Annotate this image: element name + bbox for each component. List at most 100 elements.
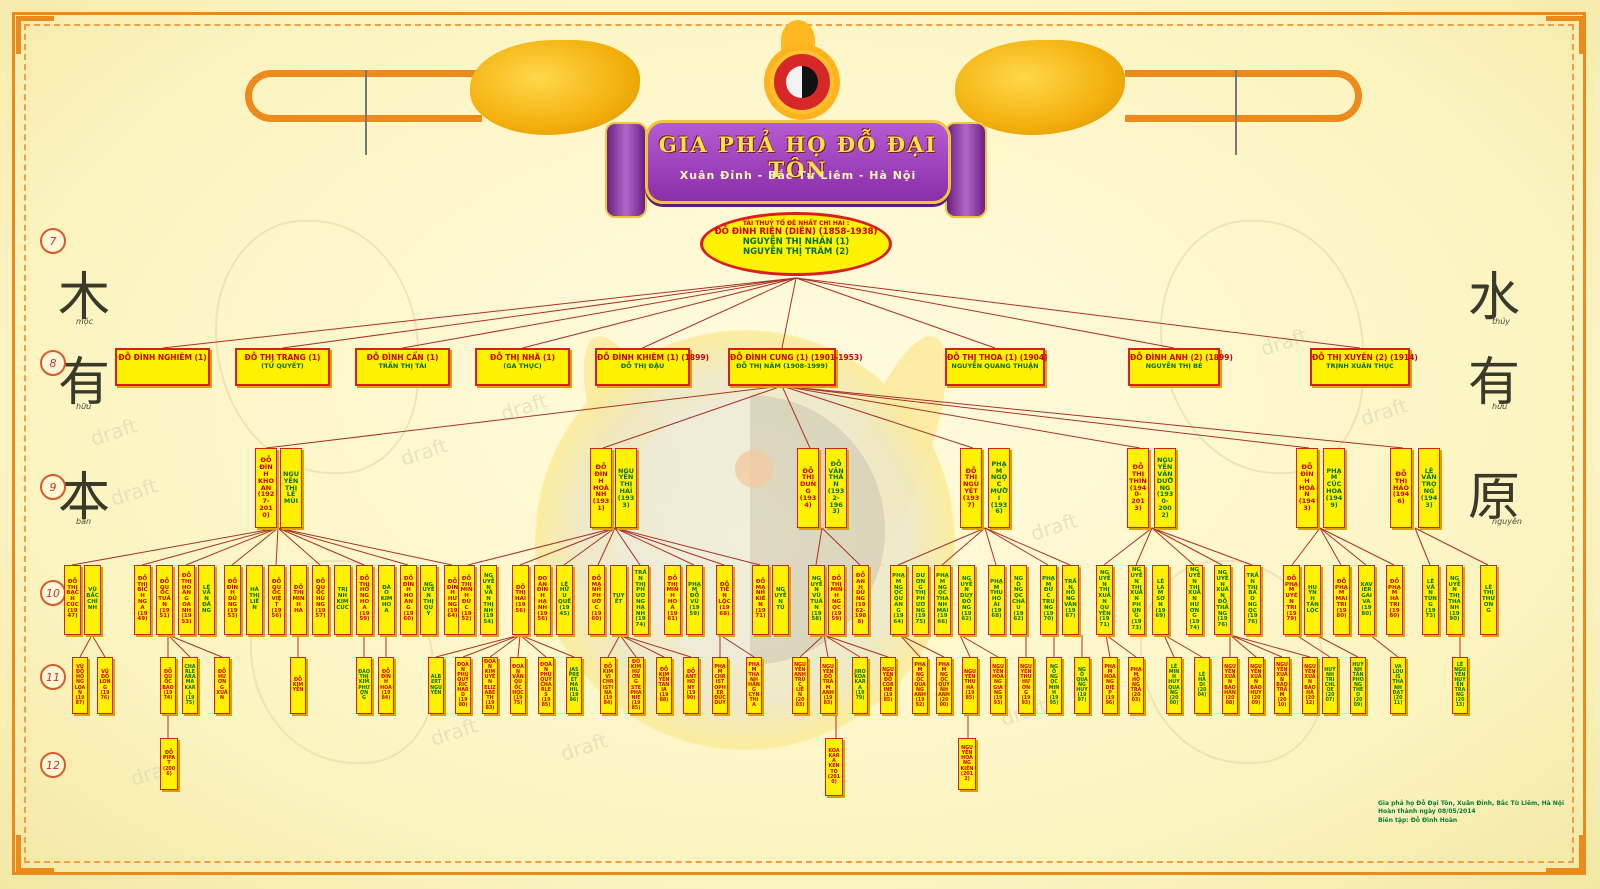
gen10-member: PHẠM NGỌC QUANG (1964) bbox=[890, 565, 907, 635]
gen8-member: ĐỖ THỊ TRANG (1) (TỬ QUYẾT) bbox=[235, 348, 330, 386]
gen8-member: ĐỖ ĐÌNH CẨN (1) TRẦN THỊ TÀI bbox=[355, 348, 450, 386]
connector-line bbox=[1414, 527, 1431, 566]
gen10-member: ĐỖ THỊ HẢI (1956) bbox=[512, 565, 529, 635]
member-name: ĐỖ ĐÌNH CUNG (1) (1901-1953) bbox=[730, 353, 863, 362]
connector-line bbox=[167, 634, 191, 658]
gen9-member: ĐỖ ĐÌNH KHOAN (1927-2010) bbox=[255, 448, 277, 528]
connector-line bbox=[1151, 527, 1253, 566]
gen10-member: ĐỖ ĐÌNH DŨNG (1953) bbox=[224, 565, 241, 635]
connector-line bbox=[821, 527, 861, 566]
gen10-member: NGÔ NGỌC CHÂU (1962) bbox=[1010, 565, 1027, 635]
gen11-member: PHẠM CHRISTOPHER ĐỨC DUY bbox=[712, 657, 728, 714]
gen9-member: ĐỖ THỊ HẢO (1946) bbox=[1390, 448, 1412, 528]
gen10-member: PHẠM THU HOÀI (1968) bbox=[988, 565, 1005, 635]
gen11-member: CHARLEARA MAKARL (1975) bbox=[182, 657, 198, 714]
connector-line bbox=[614, 527, 725, 566]
gen10-member: VŨ BẮC CHÍNH bbox=[84, 565, 101, 635]
gen8-member: ĐỖ ĐÌNH CUNG (1) (1901-1953) ĐỖ THỊ NĂM (… bbox=[728, 348, 863, 386]
connector-line bbox=[619, 634, 692, 658]
connector-line bbox=[435, 634, 521, 658]
gen11-member: HUỲNH TẤN PHONG THÉO (2009) bbox=[1350, 657, 1366, 714]
connector-line bbox=[277, 527, 365, 566]
gen11-member: PHẠM NGỌC QUỲNH ANH (2000) bbox=[936, 657, 952, 714]
gen10-member: ĐỖ ANH DŨNG (1962-1988) bbox=[852, 565, 869, 635]
connector-line bbox=[185, 527, 279, 566]
member-name: ĐỖ THỊ NHÃ (1) bbox=[489, 353, 556, 362]
connector-line bbox=[781, 385, 1141, 449]
member-spouse: ĐỖ THỊ ĐẬU bbox=[620, 362, 665, 370]
gen8-member: ĐỖ ĐÌNH ANH (2) (1899) NGUYỄN THỊ BÉ bbox=[1128, 348, 1233, 386]
root-ancestor-node: TÀI THUỶ TỔ ĐỆ NHẤT CHI HAI : ĐỖ ĐÌNH RI… bbox=[700, 212, 892, 276]
connector-line bbox=[1163, 634, 1203, 658]
gen11-member: VA LOUIS THÀNH ĐẠT (2011) bbox=[1390, 657, 1406, 714]
connector-line bbox=[517, 634, 521, 658]
gen11-member: NGÔ QUANG HUY (1997) bbox=[1074, 657, 1090, 714]
gen11-member: LÊ HÀ DI (2004) bbox=[1194, 657, 1210, 714]
gen10-member: NGUYỄN VŨ TUẤN (1958) bbox=[808, 565, 825, 635]
connector-line bbox=[795, 277, 996, 349]
gen10-member: XAVIER GAI VA (1980) bbox=[1358, 565, 1375, 635]
gen11-member: ĐOÀN VĂN QUỐC HỌC (1975) bbox=[510, 657, 526, 714]
gen10-member: NGUYỄN THỊ THANH (1990) bbox=[1446, 565, 1463, 635]
gen10-member: DƯƠNG THỊ PHƯƠNG (1975) bbox=[912, 565, 929, 635]
gen10-member: NGUYỄN THỊ XUÂN PHỤNG (1973) bbox=[1128, 565, 1145, 635]
gen10-member: ĐỖ PHẠM MAI TRI (1980) bbox=[1333, 565, 1350, 635]
gen9-member: PHẠM NGỌC MƯỜI (1936) bbox=[988, 448, 1010, 528]
gen11-member: ĐOÀN PHÚ QUÝ CHARLES (1985) bbox=[538, 657, 554, 714]
connector-line bbox=[607, 634, 621, 658]
gen12-member: KOAKARA KENTO (2010) bbox=[825, 738, 843, 796]
gen11-member: ĐỖ KIM HƯƠNG STEPHANIE (1985) bbox=[628, 657, 644, 714]
gen8-member: ĐỖ THỊ XUYẾN (2) (1914) TRỊNH XUÂN THỤC bbox=[1310, 348, 1418, 386]
root-spouse-1: NGUYỄN THỊ NHÃN (1) bbox=[742, 237, 850, 247]
connector-line bbox=[265, 385, 783, 449]
member-name: ĐỖ ĐÌNH KHIÊM (1) (1899) bbox=[597, 353, 710, 362]
gen11-member: NGUYỄN ĐỖ CORINE (1985) bbox=[880, 657, 896, 714]
gen9-member: ĐỖ ĐÌNH HOÀNH (1931) bbox=[590, 448, 612, 528]
member-spouse: TRỊNH XUÂN THỤC bbox=[1326, 362, 1394, 370]
family-tree-canvas: draft draft draft draft draft draft draft draft… bbox=[0, 0, 1600, 889]
connector-line bbox=[781, 385, 1310, 449]
connector-line bbox=[277, 527, 453, 566]
connector-line bbox=[1105, 634, 1111, 658]
root-spouse-2: NGUYỄN THỊ TRÂM (2) bbox=[742, 247, 850, 257]
gen11-member: ĐOÀN KIM UYÊN ELIZABETH (1983) bbox=[482, 657, 498, 714]
gen11-member: NGUYỄN THU HÀ (1985) bbox=[962, 657, 978, 714]
connector-line bbox=[781, 385, 1404, 449]
gen11-member: NGUYỄN XUÂN BẢO HÀ (2012) bbox=[1302, 657, 1318, 714]
member-spouse: ĐỖ THỊ NĂM (1908-1999) bbox=[736, 362, 828, 370]
gen11-member: NGUYỄN XUÂN BẢO HUY (2009) bbox=[1248, 657, 1264, 714]
gen10-member: NGUYỄN VĂN THỊNH (1954) bbox=[480, 565, 497, 635]
gen9-member: ĐỖ THỊ NGUYỆT (1937) bbox=[960, 448, 982, 528]
gen10-member: NGUYỄN THỊ QUÝ bbox=[420, 565, 437, 635]
gen11-member: NGUYỄN ĐỖ TRÂM ANH (1983) bbox=[820, 657, 836, 714]
connector-line bbox=[941, 527, 986, 566]
connector-line bbox=[231, 527, 279, 566]
gen10-member: TRẦN HỒNG VÂN (1967) bbox=[1062, 565, 1079, 635]
gen9-member: ĐỖ THỊ DUNG (1934) bbox=[797, 448, 819, 528]
gen10-member: LÊ LAM SƠN (1969) bbox=[1152, 565, 1169, 635]
connector-line bbox=[795, 277, 1361, 349]
gen11-member: NGUYỄN XUÂN BẢO HÂN (2008) bbox=[1222, 657, 1238, 714]
connector-line bbox=[815, 527, 823, 566]
gen10-member: ĐỖ PHẠM UYÊN TRI (1979) bbox=[1283, 565, 1300, 635]
gen11-member: NGÔ NGỌC MINH (1995) bbox=[1046, 657, 1062, 714]
gen11-member: LÊ NGUYỄN HUYỀN TRANG (2013) bbox=[1452, 657, 1468, 714]
gen11-member: PHẠM HỒNG TRÀ (2003) bbox=[1128, 657, 1144, 714]
gen11-member: ĐỖ ĐÌNH HOÀ (1984) bbox=[378, 657, 394, 714]
gen11-member: JIRO KOAKARA (1979) bbox=[852, 657, 868, 714]
member-name: ĐỖ ĐÌNH CẨN (1) bbox=[366, 353, 439, 362]
gen9-member: NGUYỄN THỊ HAI (1933) bbox=[615, 448, 637, 528]
credits-line: Biên tập: Đỗ Đình Hoàn bbox=[1378, 816, 1458, 824]
member-name: ĐỖ THỊ XUYẾN (2) (1914) bbox=[1312, 353, 1418, 362]
gen11-member: VŨ ĐỖ HỒNG LOAN (1987) bbox=[72, 657, 88, 714]
member-spouse: NGUYỄN QUANG THUẬN bbox=[951, 362, 1039, 370]
root-name: ĐỖ ĐÌNH RIÊN (DIÊN) (1858-1938) bbox=[714, 227, 878, 237]
gen10-member: PHẠM ĐỨC TRUNG (1970) bbox=[1040, 565, 1057, 635]
member-spouse: TRẦN THỊ TÀI bbox=[378, 362, 427, 370]
connector-line bbox=[162, 277, 797, 349]
connector-line bbox=[959, 634, 999, 658]
connector-line bbox=[1369, 634, 1399, 658]
gen11-member: NGUYỄN XUÂN BẢO TRÂM (2010) bbox=[1274, 657, 1290, 714]
connector-line bbox=[462, 634, 521, 658]
connector-line bbox=[519, 634, 575, 658]
